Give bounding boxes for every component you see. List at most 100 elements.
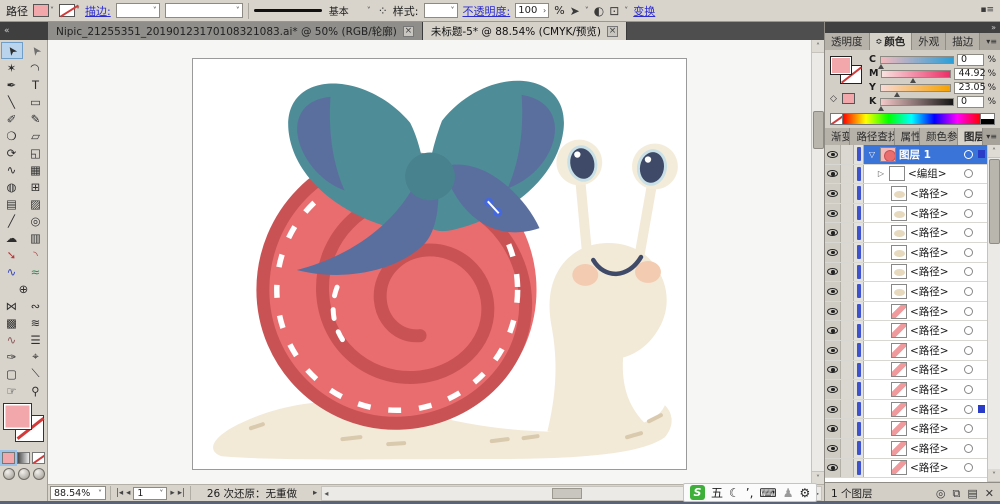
target-circle[interactable] xyxy=(964,287,973,296)
path-row[interactable]: <路径> xyxy=(825,439,987,459)
path-row[interactable]: <路径> xyxy=(825,361,987,381)
style-combo[interactable]: ˅ xyxy=(424,3,458,18)
edit-column[interactable] xyxy=(854,321,864,340)
hand-tool[interactable]: ☞ xyxy=(1,382,23,399)
expand-triangle-icon[interactable]: ▽ xyxy=(867,150,877,159)
transform-link[interactable]: 变换 xyxy=(633,3,655,19)
layer-name[interactable]: <路径> xyxy=(910,343,949,358)
login-person-icon[interactable]: ♟ xyxy=(783,487,794,499)
lock-toggle[interactable] xyxy=(841,302,854,321)
type-tool[interactable]: T xyxy=(25,76,47,93)
edit-column[interactable] xyxy=(854,341,864,360)
lock-toggle[interactable] xyxy=(841,223,854,242)
free-transform-tool[interactable]: ▦ xyxy=(25,161,47,178)
brush-definition-combo[interactable]: 基本 ˅ xyxy=(327,3,373,18)
path-row[interactable]: <路径> xyxy=(825,321,987,341)
eraser-tool[interactable]: ▱ xyxy=(25,127,47,144)
slice-tool[interactable]: ▢ xyxy=(1,365,23,382)
layer-name[interactable]: <路径> xyxy=(910,206,949,221)
visibility-toggle[interactable] xyxy=(825,263,841,282)
visibility-toggle[interactable] xyxy=(825,419,841,438)
slider-handle[interactable] xyxy=(894,92,900,97)
visibility-toggle[interactable] xyxy=(825,341,841,360)
edit-column[interactable] xyxy=(854,165,864,184)
scroll-left-button[interactable]: ◂ xyxy=(322,489,330,498)
graph-tool[interactable]: ▥ xyxy=(25,229,47,246)
target-circle[interactable] xyxy=(964,326,973,335)
pen-tool[interactable]: ✒ xyxy=(1,76,23,93)
target-circle[interactable] xyxy=(964,346,973,355)
select-similar-icon[interactable]: ➤ xyxy=(570,5,580,17)
recolor-artwork-icon[interactable]: ◐ xyxy=(594,5,604,17)
lock-toggle[interactable] xyxy=(841,165,854,184)
out-of-gamut-icon[interactable]: ◇ xyxy=(830,94,837,104)
document-tab[interactable]: 未标题-5* @ 88.54% (CMYK/预览)× xyxy=(423,22,627,40)
vertical-scroll-thumb[interactable] xyxy=(813,111,824,149)
visibility-toggle[interactable] xyxy=(825,439,841,458)
arc-tool[interactable]: ◝ xyxy=(25,246,47,263)
scale-tool[interactable]: ◱ xyxy=(25,144,47,161)
layer-name[interactable]: <路径> xyxy=(910,323,949,338)
chevron-down-icon[interactable]: ˅ xyxy=(50,6,54,15)
layer-name[interactable]: <路径> xyxy=(910,362,949,377)
edit-column[interactable] xyxy=(854,184,864,203)
visibility-toggle[interactable] xyxy=(825,145,841,164)
target-circle[interactable] xyxy=(964,307,973,316)
rotate-tool[interactable]: ⟳ xyxy=(1,144,23,161)
fill-color-swatch[interactable] xyxy=(33,4,49,17)
slider-track-M[interactable] xyxy=(881,70,951,78)
vertical-scrollbar[interactable]: ˄ ˅ xyxy=(811,40,824,484)
layer-name[interactable]: <编组> xyxy=(908,166,947,181)
layer-name[interactable]: 图层 1 xyxy=(899,147,931,162)
close-icon[interactable]: × xyxy=(607,26,618,37)
color-spectrum[interactable] xyxy=(830,113,995,125)
layer-name[interactable]: <路径> xyxy=(910,186,949,201)
layers-scrollbar[interactable]: ˄ ˅ xyxy=(987,145,1000,482)
make-clipping-mask-button[interactable]: ◎ xyxy=(936,487,946,501)
new-sublayer-button[interactable]: ⧉ xyxy=(953,487,961,501)
panel-menu-icon[interactable]: ▾≡ xyxy=(983,33,1000,50)
prev-artboard-button[interactable]: ◂ xyxy=(126,488,130,498)
wubi-mode-icon[interactable]: 五 xyxy=(711,487,723,499)
lock-toggle[interactable] xyxy=(841,243,854,262)
mesh-tool[interactable]: ▤ xyxy=(1,195,23,212)
layer-row[interactable]: ▽ 图层 1 xyxy=(825,145,987,165)
edit-column[interactable] xyxy=(854,282,864,301)
target-circle[interactable] xyxy=(964,365,973,374)
direct-selection-tool[interactable]: ➤ xyxy=(25,42,47,59)
visibility-toggle[interactable] xyxy=(825,204,841,223)
edit-column[interactable] xyxy=(854,380,864,399)
target-circle[interactable] xyxy=(964,169,973,178)
canvas-area[interactable]: ˄ ˅ xyxy=(48,40,824,484)
draw-normal-button[interactable] xyxy=(3,468,15,480)
chevron-down-icon[interactable]: ˅ xyxy=(585,6,589,15)
edit-column[interactable] xyxy=(854,361,864,380)
scribble-tool[interactable]: ∿ xyxy=(1,331,23,348)
fill-stroke-indicator[interactable] xyxy=(2,403,46,449)
tab-描边[interactable]: 描边 xyxy=(946,33,980,50)
close-icon[interactable]: × xyxy=(403,26,414,37)
lasso-tool[interactable]: ◠ xyxy=(25,59,47,76)
blend-tool[interactable]: ◎ xyxy=(25,212,47,229)
layers-scroll-thumb[interactable] xyxy=(989,159,1000,244)
slider-handle[interactable] xyxy=(878,64,884,69)
document-tab[interactable]: Nipic_21255351_20190123170108321083.ai* … xyxy=(48,22,423,40)
lock-toggle[interactable] xyxy=(841,282,854,301)
layer-name[interactable]: <路径> xyxy=(910,441,949,456)
draw-inside-button[interactable] xyxy=(33,468,45,480)
horizontal-scroll-thumb[interactable] xyxy=(552,488,582,499)
stroke-color-picker[interactable]: ˅ xyxy=(59,4,80,17)
edit-column[interactable] xyxy=(854,419,864,438)
lock-toggle[interactable] xyxy=(841,145,854,164)
visibility-toggle[interactable] xyxy=(825,243,841,262)
multi-line-tool[interactable]: ☰ xyxy=(25,331,47,348)
layer-name[interactable]: <路径> xyxy=(910,402,949,417)
status-flyout-button[interactable]: ▸ xyxy=(313,488,317,498)
layer-name[interactable]: <路径> xyxy=(910,245,949,260)
color-mode-button[interactable] xyxy=(2,452,15,464)
path-row[interactable]: <路径> xyxy=(825,184,987,204)
sogou-logo-icon[interactable]: S xyxy=(690,485,705,500)
magic-wand-tool[interactable]: ✶ xyxy=(1,59,23,76)
last-artboard-button[interactable]: ▸| xyxy=(178,488,185,498)
layers-scroll-up[interactable]: ˄ xyxy=(988,145,1000,158)
